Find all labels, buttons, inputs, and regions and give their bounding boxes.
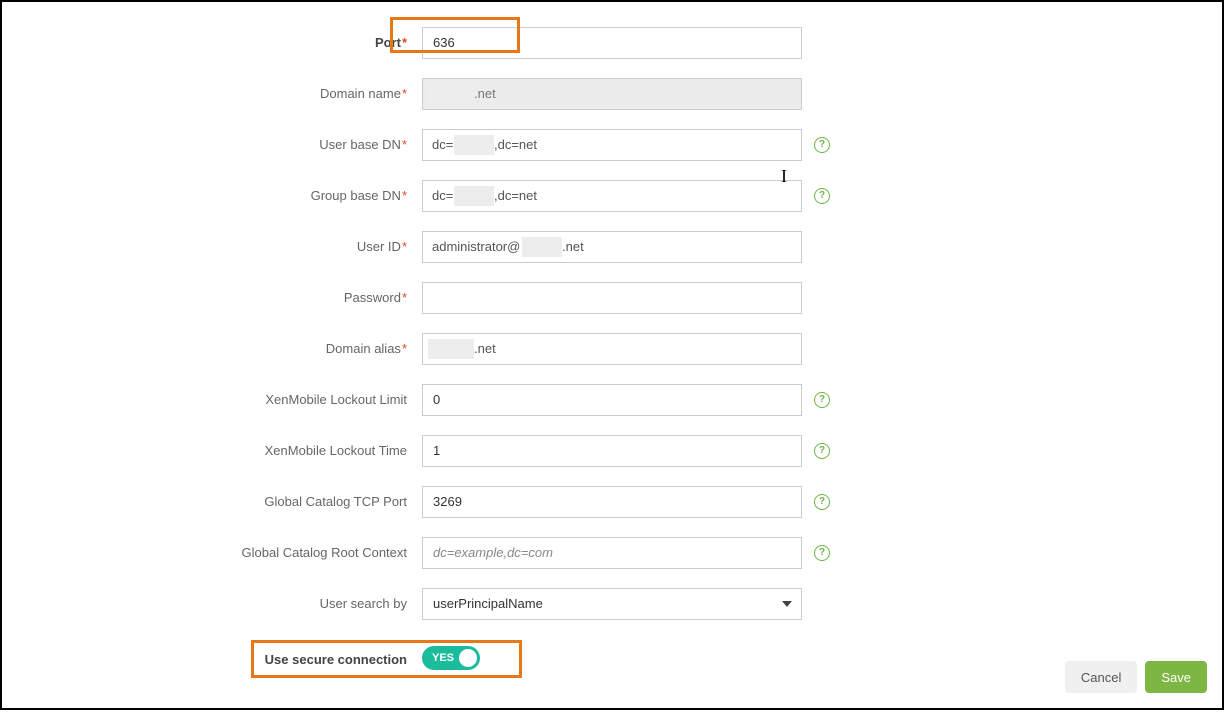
required-asterisk: * <box>402 239 407 254</box>
label-lockout-limit: XenMobile Lockout Limit <box>2 392 422 407</box>
help-icon[interactable]: ? <box>814 545 830 561</box>
user-base-dn-prefix: dc= <box>432 137 453 152</box>
help-icon[interactable]: ? <box>814 443 830 459</box>
row-user-base-dn: User base DN* dc= ,dc=net ? <box>2 119 1222 170</box>
row-use-secure: Use secure connection YES <box>2 629 1222 689</box>
help-icon[interactable]: ? <box>814 392 830 408</box>
user-id-prefix: administrator@ <box>432 239 520 254</box>
row-user-search-by: User search by userPrincipalName <box>2 578 1222 629</box>
required-asterisk: * <box>402 188 407 203</box>
required-asterisk: * <box>402 341 407 356</box>
label-user-id: User ID* <box>2 239 422 254</box>
help-icon[interactable]: ? <box>814 188 830 204</box>
required-asterisk: * <box>402 35 407 50</box>
ldap-form: Port* Domain name* .net User base DN* dc… <box>2 17 1222 689</box>
row-lockout-time: XenMobile Lockout Time ? <box>2 425 1222 476</box>
password-input[interactable] <box>422 282 802 314</box>
lockout-time-input[interactable] <box>422 435 802 467</box>
required-asterisk: * <box>402 290 407 305</box>
gc-root-context-input[interactable] <box>422 537 802 569</box>
help-icon[interactable]: ? <box>814 137 830 153</box>
label-gc-root-context: Global Catalog Root Context <box>2 545 422 560</box>
row-lockout-limit: XenMobile Lockout Limit ? <box>2 374 1222 425</box>
footer-buttons: Cancel Save <box>1065 661 1207 693</box>
label-gc-tcp-port: Global Catalog TCP Port <box>2 494 422 509</box>
required-asterisk: * <box>402 137 407 152</box>
row-group-base-dn: Group base DN* dc= ,dc=net ? <box>2 170 1222 221</box>
label-domain-name: Domain name* <box>2 86 422 101</box>
use-secure-toggle[interactable]: YES <box>422 646 480 670</box>
row-domain-name: Domain name* .net <box>2 68 1222 119</box>
caret-down-icon <box>782 601 792 607</box>
label-port: Port* <box>2 35 422 50</box>
row-password: Password* <box>2 272 1222 323</box>
label-user-base-dn: User base DN* <box>2 137 422 152</box>
row-port: Port* <box>2 17 1222 68</box>
domain-alias-suffix: .net <box>474 341 496 356</box>
cancel-button[interactable]: Cancel <box>1065 661 1137 693</box>
toggle-text: YES <box>432 652 454 664</box>
group-base-dn-prefix: dc= <box>432 188 453 203</box>
help-icon[interactable]: ? <box>814 494 830 510</box>
row-user-id: User ID* administrator@ .net <box>2 221 1222 272</box>
row-gc-root-context: Global Catalog Root Context ? <box>2 527 1222 578</box>
settings-form-page: Port* Domain name* .net User base DN* dc… <box>0 0 1224 710</box>
user-search-by-select[interactable]: userPrincipalName <box>422 588 802 620</box>
required-asterisk: * <box>402 86 407 101</box>
label-user-search-by: User search by <box>2 596 422 611</box>
user-id-suffix: .net <box>562 239 584 254</box>
group-base-dn-suffix: ,dc=net <box>494 188 537 203</box>
lockout-limit-input[interactable] <box>422 384 802 416</box>
label-domain-alias: Domain alias* <box>2 341 422 356</box>
label-lockout-time: XenMobile Lockout Time <box>2 443 422 458</box>
toggle-knob <box>459 649 477 667</box>
save-button[interactable]: Save <box>1145 661 1207 693</box>
port-input[interactable] <box>422 27 802 59</box>
row-domain-alias: Domain alias* .net <box>2 323 1222 374</box>
label-password: Password* <box>2 290 422 305</box>
label-group-base-dn: Group base DN* <box>2 188 422 203</box>
domain-name-suffix: .net <box>474 86 496 101</box>
row-gc-tcp-port: Global Catalog TCP Port ? <box>2 476 1222 527</box>
gc-tcp-port-input[interactable] <box>422 486 802 518</box>
user-base-dn-suffix: ,dc=net <box>494 137 537 152</box>
label-use-secure: Use secure connection <box>2 652 422 667</box>
